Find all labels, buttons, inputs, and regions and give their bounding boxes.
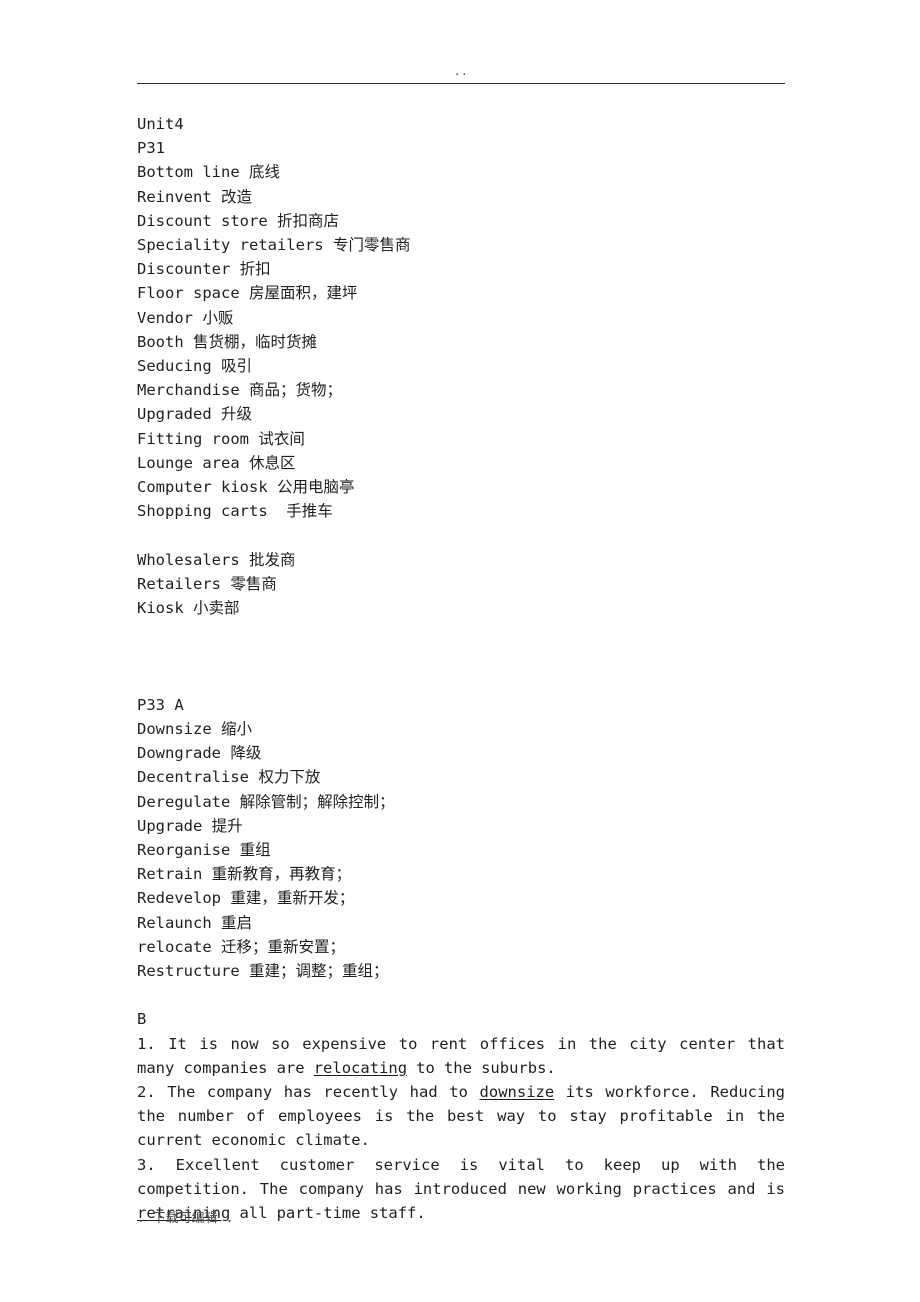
vocab-entry: Computer kiosk 公用电脑亭 bbox=[137, 478, 355, 497]
vocab-entry: Floor space 房屋面积，建坪 bbox=[137, 284, 358, 303]
header-divider bbox=[137, 83, 785, 84]
header-mark: .. bbox=[453, 65, 469, 78]
vocab-entry: Shopping carts 手推车 bbox=[137, 502, 333, 521]
vocab-entry: Deregulate 解除管制；解除控制； bbox=[137, 792, 395, 811]
vocab-entry: Retrain 重新教育，再教育； bbox=[137, 865, 352, 884]
exercise-sentence: 2. The company has recently had to downs… bbox=[137, 1080, 785, 1153]
section-b-items: 1. It is now so expensive to rent office… bbox=[137, 1032, 785, 1226]
vocab-list-sellers: Wholesalers 批发商 Retailers 零售商 Kiosk 小卖部 bbox=[137, 548, 785, 621]
sentence-text: Excellent customer service is vital to k… bbox=[137, 1155, 785, 1198]
sentence-text: The company has recently had to bbox=[155, 1083, 480, 1102]
vocab-entry: Decentralise 权力下放 bbox=[137, 768, 321, 787]
vocab-entry: Reinvent 改造 bbox=[137, 187, 252, 206]
vocab-entry: Downsize 缩小 bbox=[137, 720, 252, 739]
vocab-entry: Discount store 折扣商店 bbox=[137, 211, 339, 230]
vocab-entry: Fitting room 试衣间 bbox=[137, 429, 305, 448]
vocab-list-p33a: Downsize 缩小 Downgrade 降级 Decentralise 权力下放… bbox=[137, 717, 785, 983]
sentence-text: to the suburbs. bbox=[407, 1058, 556, 1077]
vocab-entry: Merchandise 商品；货物； bbox=[137, 381, 342, 400]
vocab-entry: relocate 迁移；重新安置； bbox=[137, 937, 345, 956]
vocab-entry: Relaunch 重启 bbox=[137, 913, 252, 932]
section-b-label: B bbox=[137, 1010, 147, 1029]
vocab-entry: Upgraded 升级 bbox=[137, 405, 252, 424]
vocab-entry: Seducing 吸引 bbox=[137, 357, 252, 376]
vocab-entry: Wholesalers 批发商 bbox=[137, 550, 296, 569]
vocab-entry: Retailers 零售商 bbox=[137, 574, 277, 593]
vocab-entry: Discounter 折扣 bbox=[137, 260, 271, 279]
page-header: .. bbox=[137, 66, 785, 92]
vocab-entry: Kiosk 小卖部 bbox=[137, 599, 240, 618]
vocab-entry: Speciality retailers 专门零售商 bbox=[137, 236, 411, 255]
document-page: .. Unit4 P31 Bottom line 底线 Reinvent 改造 Di… bbox=[0, 0, 920, 1302]
page-ref-p33a: P33 A bbox=[137, 695, 184, 714]
page-footer: . 下载可编辑 . bbox=[137, 1211, 234, 1226]
document-body: Unit4 P31 Bottom line 底线 Reinvent 改造 Disco… bbox=[137, 112, 785, 1225]
vocab-entry: Booth 售货棚，临时货摊 bbox=[137, 332, 317, 351]
vocab-entry: Vendor 小贩 bbox=[137, 308, 234, 327]
item-number: 2. bbox=[137, 1083, 156, 1102]
vocab-list-p31: Bottom line 底线 Reinvent 改造 Discount store … bbox=[137, 160, 785, 523]
vocab-entry: Restructure 重建；调整；重组； bbox=[137, 962, 389, 981]
blank-line-group bbox=[137, 620, 785, 668]
vocab-entry: Reorganise 重组 bbox=[137, 841, 271, 860]
vocab-entry: Upgrade 提升 bbox=[137, 816, 243, 835]
item-number: 1. bbox=[137, 1034, 156, 1053]
unit-heading: Unit4 bbox=[137, 115, 184, 133]
item-number: 3. bbox=[137, 1155, 156, 1174]
answer-word: downsize bbox=[479, 1083, 555, 1102]
vocab-entry: Bottom line 底线 bbox=[137, 163, 280, 182]
page-ref-p31: P31 bbox=[137, 139, 165, 158]
vocab-entry: Downgrade 降级 bbox=[137, 744, 262, 763]
vocab-entry: Lounge area 休息区 bbox=[137, 453, 296, 472]
answer-word: relocating bbox=[313, 1058, 408, 1077]
vocab-entry: Redevelop 重建，重新开发； bbox=[137, 889, 355, 908]
exercise-sentence: 1. It is now so expensive to rent office… bbox=[137, 1032, 785, 1080]
